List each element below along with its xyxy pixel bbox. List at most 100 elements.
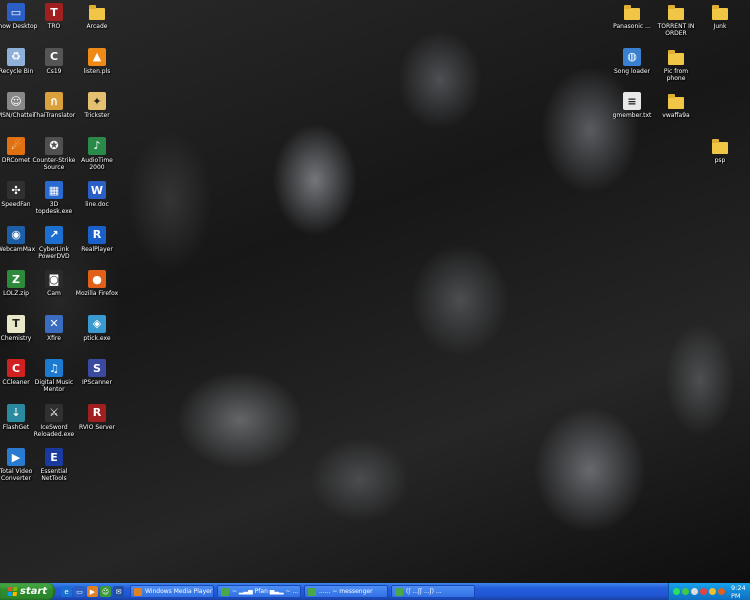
desktop-shortcut[interactable]: R RealPlayer — [75, 225, 119, 253]
msn-tray-icon[interactable] — [682, 588, 689, 595]
show-desktop-icon: ▭ — [7, 3, 25, 21]
desktop-shortcut-label: ThaiTranslator — [32, 112, 76, 119]
folder-icon — [711, 137, 729, 155]
desktop-shortcut[interactable]: E Essential NetTools — [32, 448, 76, 482]
msn-quick-icon[interactable]: ☺ — [100, 586, 111, 597]
taskbar-button[interactable]: (ʃ ...ʃʃ ...ʃ) ... — [391, 585, 475, 598]
desktop-shortcut-label: listen.pls — [83, 67, 111, 75]
desktop-shortcut[interactable]: R RVIO Server — [75, 403, 119, 431]
desktop-shortcut-label: Panasonic ... — [613, 23, 651, 30]
desktop-shortcut[interactable]: ◍ Song loader — [610, 47, 654, 75]
desktop-shortcut-label: line.doc — [85, 201, 109, 208]
song-loader-icon: ◍ — [623, 47, 641, 66]
folder-icon — [711, 3, 729, 21]
start-button[interactable]: start — [0, 583, 55, 600]
outlook-quick-icon[interactable]: ✉ — [113, 586, 124, 597]
desktop-shortcut[interactable]: Panasonic ... — [610, 3, 654, 30]
zip-file-icon: Z — [7, 270, 25, 288]
taskbar-button[interactable]: ...... ~ messenger — [304, 585, 388, 598]
desktop-shortcut[interactable]: C Cs19 — [32, 47, 76, 75]
taskbar-button[interactable]: ~ ▂▃▅ Pfan ▅▃▂ ~ ... — [217, 585, 301, 598]
desktop-shortcut-label: Cam — [47, 290, 61, 297]
desktop-shortcut[interactable]: Wline.doc — [75, 181, 119, 208]
desktop-shortcut-label: AudioTime 2000 — [81, 156, 113, 171]
desktop-shortcut[interactable]: ♪ AudioTime 2000 — [75, 136, 119, 171]
taskbar-button[interactable]: Windows Media Player — [130, 585, 214, 598]
cs-game-icon: C — [45, 47, 63, 66]
recycle-bin-icon: ♻ — [7, 47, 25, 66]
taskbar-button-label: ...... ~ messenger — [319, 588, 373, 595]
ipscanner-icon: S — [88, 359, 106, 377]
desktop-shortcut[interactable]: Pic from phone — [654, 48, 698, 82]
desktop-shortcut[interactable]: Junk — [698, 3, 742, 30]
desktop-shortcut[interactable]: ● Mozilla Firefox — [75, 270, 119, 297]
update-tray-icon[interactable] — [709, 588, 716, 595]
desktop-shortcut[interactable]: ↗ CyberLink PowerDVD — [32, 225, 76, 260]
media-player-icon — [134, 587, 142, 596]
ptick-icon: ◈ — [88, 314, 106, 333]
folder-icon — [88, 3, 106, 21]
trickster-icon: ✦ — [88, 92, 106, 110]
desktop-shortcut-label: CyberLink PowerDVD — [38, 245, 70, 260]
audiotime-icon: ♪ — [88, 136, 106, 155]
antivirus-tray-icon[interactable] — [700, 588, 707, 595]
desktop-shortcut-label: vwaffa9a — [662, 112, 690, 119]
desktop-shortcut[interactable]: ◙ Cam — [32, 270, 76, 297]
rvio-server-icon: R — [88, 403, 106, 422]
desktop-shortcut[interactable]: T TRO — [32, 3, 76, 30]
desktop-shortcut[interactable]: TORRENT IN ORDER — [654, 3, 698, 37]
counter-strike-icon: ✪ — [45, 136, 63, 155]
desktop-shortcut[interactable]: ♫ Digital Music Mentor — [32, 359, 76, 393]
start-label: start — [19, 586, 48, 597]
desktop-shortcut[interactable]: ◈ ptick.exe — [75, 314, 119, 342]
desktop-shortcut[interactable]: ✪ Counter-Strike Source — [32, 136, 76, 171]
desktop-shortcut[interactable]: ⚔ IceSword Reloaded.exe — [32, 403, 76, 438]
taskbar: start e ▭ ▶ ☺ ✉ Windows Media Player ~ ▂▃▅ Pf… — [0, 583, 750, 600]
flashget-icon: ⇣ — [7, 403, 25, 422]
desktop-shortcut[interactable]: S IPScanner — [75, 359, 119, 386]
show-desktop-quick-icon[interactable]: ▭ — [74, 586, 85, 597]
desktop-shortcut-label: Arcade — [86, 23, 108, 30]
folder-icon — [623, 3, 641, 21]
desktop-shortcut-label: RealPlayer — [81, 245, 113, 253]
folder-icon — [667, 92, 685, 110]
quick-launch-bar: e ▭ ▶ ☺ ✉ — [61, 586, 124, 597]
text-file-icon: ≡ — [623, 92, 641, 110]
desktop-shortcut-label: 3D topdesk.exe — [35, 201, 73, 215]
desktop-shortcut[interactable]: ✕ Xfire — [32, 314, 76, 342]
desktop-shortcut[interactable]: vwaffa9a — [654, 92, 698, 119]
windows-logo-icon — [7, 587, 18, 596]
desktop-shortcut[interactable]: ก ThaiTranslator — [32, 92, 76, 119]
desktop-shortcut-label: RVIO Server — [78, 423, 116, 431]
desktop-shortcut-label: psp — [714, 156, 726, 164]
ie-icon[interactable]: e — [61, 586, 72, 597]
desktop-shortcut-label: Pic from phone — [663, 67, 689, 82]
desktop-shortcut[interactable]: ▦ 3D topdesk.exe — [32, 181, 76, 215]
speedfan-icon: ✣ — [7, 181, 25, 199]
desktop-shortcut[interactable]: psp — [698, 137, 742, 164]
folder-icon — [667, 3, 685, 21]
desktop-shortcut[interactable]: ✦ Trickster — [75, 92, 119, 119]
msn-chat-icon — [395, 587, 403, 596]
desktop-shortcut-label: Digital Music Mentor — [34, 379, 74, 393]
taskbar-button-label: Windows Media Player — [145, 588, 213, 595]
taskbar-button-label: (ʃ ...ʃʃ ...ʃ) ... — [406, 588, 442, 595]
music-mentor-icon: ♫ — [45, 359, 63, 377]
volume-tray-icon[interactable] — [691, 588, 698, 595]
desktop-shortcut[interactable]: ▲ listen.pls — [75, 47, 119, 75]
cyberlink-icon: ↗ — [45, 225, 63, 244]
xfire-tray-icon[interactable] — [718, 588, 725, 595]
msn-chat-icon — [308, 587, 316, 596]
desktop-shortcut-label: Xfire — [47, 334, 61, 342]
realplayer-icon: R — [88, 225, 106, 244]
folder-icon — [667, 48, 685, 66]
network-tray-icon[interactable] — [673, 588, 680, 595]
taskbar-button-label: ~ ▂▃▅ Pfan ▅▃▂ ~ ... — [232, 588, 299, 595]
desktop-shortcut[interactable]: Arcade — [75, 3, 119, 30]
media-player-quick-icon[interactable]: ▶ — [87, 586, 98, 597]
clock[interactable]: 9:24 PM — [731, 584, 750, 600]
3d-topdesk-icon: ▦ — [45, 181, 63, 199]
desktop-shortcut-label: Cs19 — [46, 67, 62, 75]
desktop-shortcut[interactable]: ≡ gmember.txt — [610, 92, 654, 119]
desktop-shortcut-label: IceSword Reloaded.exe — [33, 423, 75, 438]
